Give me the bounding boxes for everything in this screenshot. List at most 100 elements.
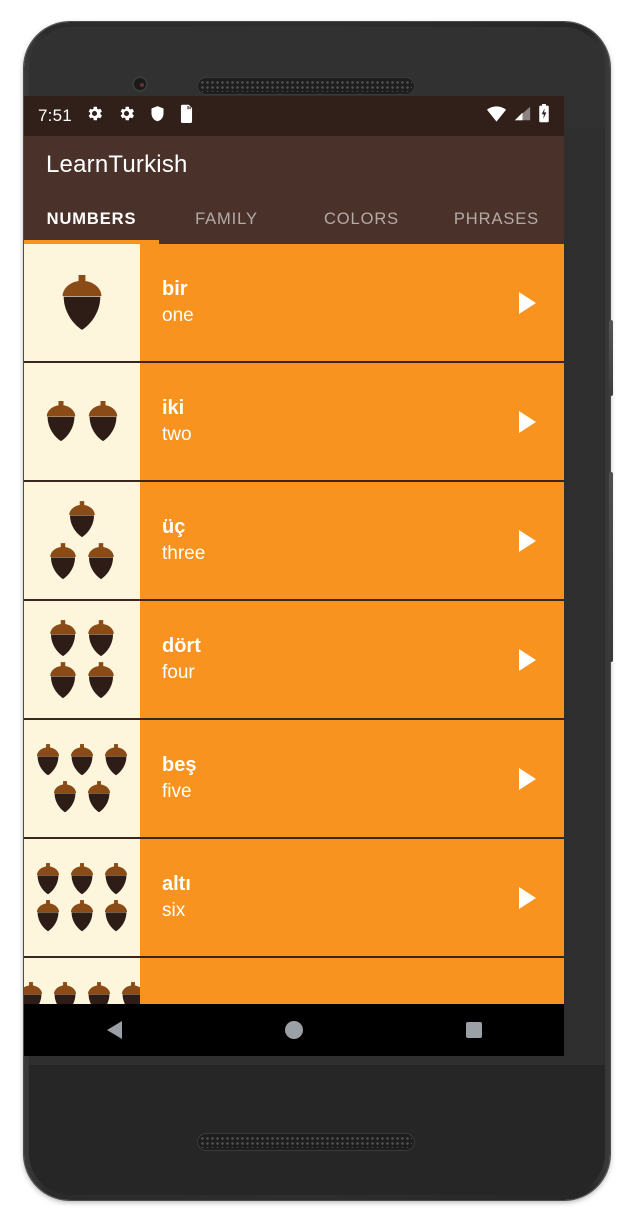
gear-icon [85,104,104,128]
acorn-icon [88,401,118,442]
english-word: six [162,900,186,922]
acorn-icon [36,900,60,932]
wifi-icon [486,105,507,127]
play-arrow-icon[interactable] [519,767,536,790]
word-text-cell[interactable]: bir one [140,244,564,361]
word-row[interactable]: altı six [24,839,564,958]
word-text-cell[interactable]: üç three [140,482,564,599]
acorn-icon [104,863,128,895]
word-text-cell[interactable]: dört four [140,601,564,718]
acorn-icon [36,744,60,776]
turkish-word: altı [162,873,191,896]
volume-rocker-button[interactable] [609,472,613,662]
play-arrow-icon[interactable] [519,291,536,314]
play-arrow-icon[interactable] [519,648,536,671]
turkish-word: bir [162,278,188,301]
turkish-word: üç [162,516,186,539]
acorn-row [52,781,112,813]
word-list[interactable]: bir one iki two üç three dört four beş five altı si… [24,244,564,1056]
turkish-word: iki [162,397,185,420]
word-row[interactable]: beş five [24,720,564,839]
acorn-count-image [24,601,140,718]
status-bar-left: 7:51 [38,104,194,128]
word-text-cell[interactable]: iki two [140,363,564,480]
word-row[interactable]: bir one [24,244,564,363]
acorn-row [48,620,116,657]
acorn-icon [88,620,114,657]
power-button[interactable] [609,320,613,396]
acorn-grid [35,744,129,813]
acorn-grid [48,501,116,580]
word-pair: üç three [162,515,205,566]
acorn-icon [50,620,76,657]
turkish-word: dört [162,635,201,658]
play-arrow-icon[interactable] [519,886,536,909]
word-pair: altı six [162,872,191,923]
word-text-cell[interactable]: beş five [140,720,564,837]
tab-active-indicator [24,240,159,244]
acorn-icon [87,781,111,813]
speaker-grille-bottom [197,1133,415,1151]
tab-label: COLORS [323,209,400,228]
acorn-icon [70,744,94,776]
word-row[interactable]: üç three [24,482,564,601]
acorn-icon [36,863,60,895]
acorn-icon [104,900,128,932]
acorn-row [48,662,116,699]
tab-family[interactable]: FAMILY [159,194,294,244]
english-word: five [162,781,192,803]
acorn-row [35,863,129,895]
word-row[interactable]: dört four [24,601,564,720]
acorn-icon [53,781,77,813]
acorn-count-image [24,839,140,956]
acorn-count-image [24,720,140,837]
tab-label: FAMILY [195,209,258,228]
english-word: four [162,662,195,684]
acorn-row [35,900,129,932]
app-bar: LearnTurkish [24,136,564,194]
tab-numbers[interactable]: NUMBERS [24,194,159,244]
acorn-row [35,744,129,776]
recents-button[interactable] [434,1004,514,1056]
tab-bar: NUMBERS FAMILY COLORS PHRASES [24,194,564,244]
acorn-icon [46,401,76,442]
status-bar-right [486,104,550,128]
acorn-grid [44,401,120,442]
home-button[interactable] [254,1004,334,1056]
acorn-count-image [24,363,140,480]
status-time: 7:51 [38,106,72,125]
acorn-icon [70,863,94,895]
tab-label: PHRASES [453,209,540,228]
play-arrow-icon[interactable] [519,410,536,433]
word-text-cell[interactable]: altı six [140,839,564,956]
tab-colors[interactable]: COLORS [294,194,429,244]
word-row[interactable]: iki two [24,363,564,482]
play-arrow-icon[interactable] [519,529,536,552]
turkish-word: beş [162,754,197,777]
tab-label: NUMBERS [46,209,137,228]
page-title: LearnTurkish [46,151,188,178]
acorn-icon [50,543,76,580]
word-pair: beş five [162,753,196,804]
acorn-row [44,401,120,442]
acorn-count-image [24,482,140,599]
acorn-icon [69,501,95,538]
navigation-bar [24,1004,564,1056]
shield-icon [149,104,166,128]
gear-icon [117,104,136,128]
sd-card-icon [179,104,194,128]
triangle-left-icon [106,1021,122,1039]
back-button[interactable] [74,1004,154,1056]
acorn-icon [88,662,114,699]
circle-icon [285,1021,303,1039]
cellular-signal-icon [513,105,532,127]
word-pair: bir one [162,277,194,328]
bottom-bezel [29,1065,605,1195]
acorn-grid [48,620,116,699]
battery-icon [538,104,550,128]
phone-screen: 7:51 LearnTurkish NUMBERS FAMILY COLORS … [24,96,564,1056]
tab-phrases[interactable]: PHRASES [429,194,564,244]
english-word: three [162,543,206,565]
speaker-grille-top [197,77,415,95]
english-word: one [162,305,194,327]
